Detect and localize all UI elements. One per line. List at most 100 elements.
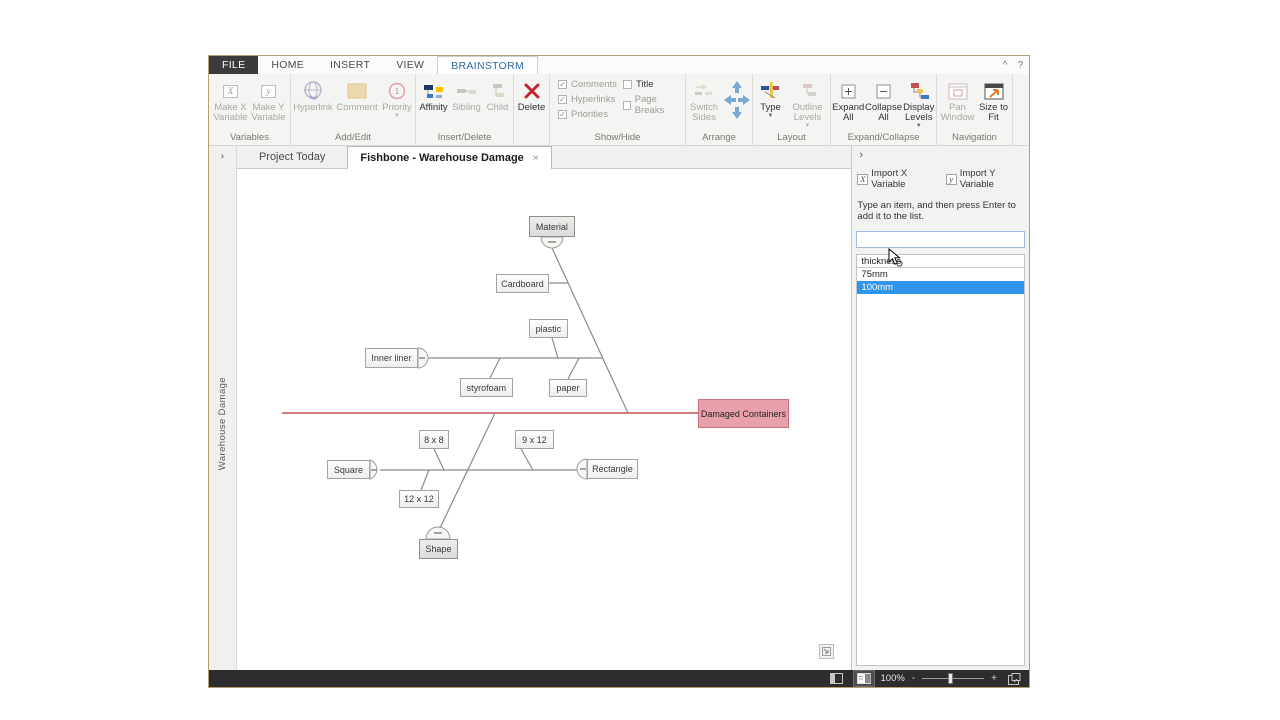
- left-collapsed-panel: › Warehouse Damage: [209, 146, 237, 670]
- node-8x8[interactable]: 8 x 8: [419, 430, 449, 449]
- node-styrofoam[interactable]: styrofoam: [460, 378, 513, 397]
- node-12x12[interactable]: 12 x 12: [399, 490, 439, 508]
- display-levels-dropdown-arrow: ▼: [916, 123, 922, 129]
- collapse-ribbon-icon[interactable]: ^: [1003, 60, 1008, 71]
- close-tab-icon[interactable]: ×: [533, 153, 539, 164]
- delete-x-icon: [523, 79, 541, 103]
- node-shape[interactable]: Shape: [419, 539, 458, 559]
- ribbon-tab-bar: FILE HOME INSERT VIEW BRAINSTORM ^ ?: [209, 56, 1029, 74]
- ribbon: X Make X Variable y Make Y Variable Vari…: [209, 74, 1029, 146]
- size-to-fit-button[interactable]: Size to Fit: [977, 77, 1011, 123]
- node-inner-liner[interactable]: Inner liner: [365, 348, 418, 368]
- zoom-in-button[interactable]: +: [991, 673, 997, 684]
- display-levels-button[interactable]: Display Levels ▼: [902, 77, 937, 129]
- comment-note-icon: [347, 79, 367, 103]
- checkbox-priorities[interactable]: ✓ Priorities: [558, 109, 617, 120]
- priority-icon: 1: [388, 79, 406, 103]
- hyperlink-button[interactable]: Hyperlink: [291, 77, 335, 113]
- svg-text:1: 1: [395, 87, 400, 96]
- priorities-checkbox-icon: ✓: [558, 110, 567, 119]
- node-paper[interactable]: paper: [549, 379, 587, 397]
- pan-window-button[interactable]: Pan Window: [939, 77, 977, 123]
- node-rectangle[interactable]: Rectangle: [587, 459, 638, 479]
- type-dropdown-arrow: ▼: [768, 113, 774, 119]
- delete-button[interactable]: Delete: [515, 77, 549, 113]
- node-9x12[interactable]: 9 x 12: [515, 430, 554, 449]
- outline-levels-icon: [799, 79, 817, 103]
- application-window: FILE HOME INSERT VIEW BRAINSTORM ^ ? X M…: [208, 55, 1030, 688]
- node-cardboard[interactable]: Cardboard: [496, 274, 549, 293]
- help-icon[interactable]: ?: [1017, 60, 1023, 71]
- tab-fishbone-warehouse-damage[interactable]: Fishbone - Warehouse Damage ×: [347, 146, 551, 169]
- checkbox-title[interactable]: Title: [623, 79, 679, 90]
- hyperlink-globe-icon: [303, 79, 324, 103]
- page-indicator-button[interactable]: [819, 644, 834, 659]
- priority-dropdown-arrow: ▼: [394, 113, 400, 119]
- view-mode-right-button[interactable]: [854, 671, 874, 686]
- node-material[interactable]: Material: [529, 216, 575, 237]
- group-show-hide: ✓ Comments ✓ Hyperlinks ✓ Priorities: [550, 74, 686, 145]
- import-y-variable-button[interactable]: y Import Y Variable: [946, 168, 1024, 190]
- zoom-out-button[interactable]: -: [912, 673, 915, 684]
- node-plastic[interactable]: plastic: [529, 319, 568, 338]
- view-mode-left-button[interactable]: [827, 671, 847, 686]
- zoom-level-value: 100%: [881, 673, 905, 684]
- child-icon: [490, 79, 506, 103]
- document-tab-bar: Project Today Fishbone - Warehouse Damag…: [237, 146, 851, 169]
- outline-levels-button[interactable]: Outline Levels ▼: [787, 77, 829, 129]
- checkbox-hyperlinks[interactable]: ✓ Hyperlinks: [558, 94, 617, 105]
- node-square[interactable]: Square: [327, 460, 370, 479]
- tab-view[interactable]: VIEW: [383, 56, 437, 74]
- priority-button[interactable]: 1 Priority ▼: [379, 77, 415, 119]
- split-view-icon: [830, 673, 843, 684]
- make-y-variable-button[interactable]: y Make Y Variable: [250, 77, 288, 123]
- expand-left-panel-icon[interactable]: ›: [221, 146, 224, 162]
- switch-sides-button[interactable]: Switch Sides: [686, 77, 722, 123]
- group-navigation: Pan Window Size to Fit Navigation: [937, 74, 1013, 145]
- arrange-arrows-cluster[interactable]: [722, 77, 752, 121]
- expand-all-button[interactable]: Expand All: [831, 77, 866, 123]
- direction-arrows-icon: [722, 79, 752, 121]
- fishbone-canvas[interactable]: Material Cardboard plastic Inner liner s…: [237, 169, 851, 670]
- fit-to-window-button[interactable]: [1004, 671, 1024, 686]
- tab-home[interactable]: HOME: [258, 56, 317, 74]
- import-x-variable-button[interactable]: X Import X Variable: [857, 168, 935, 190]
- make-x-variable-button[interactable]: X Make X Variable: [212, 77, 250, 123]
- child-button[interactable]: Child: [483, 77, 513, 113]
- add-item-instruction: Type an item, and then press Enter to ad…: [855, 190, 1026, 222]
- group-add-edit: Hyperlink Comment 1 Priority ▼ Add/Edit: [291, 74, 416, 145]
- list-item[interactable]: thickness: [857, 255, 1024, 268]
- node-damaged-containers[interactable]: Damaged Containers: [698, 399, 789, 428]
- affinity-button[interactable]: Affinity: [417, 77, 451, 113]
- zoom-slider-thumb[interactable]: [948, 673, 953, 684]
- item-list[interactable]: thickness 75mm 100mm: [856, 254, 1025, 666]
- status-bar: 100% - +: [209, 670, 1029, 687]
- tab-file[interactable]: FILE: [209, 56, 258, 74]
- mouse-cursor: [888, 248, 904, 268]
- y-variable-icon: y: [261, 85, 276, 98]
- list-item-selected[interactable]: 100mm: [857, 281, 1024, 294]
- group-layout: Type ▼ Outline Levels ▼ Layout: [753, 74, 831, 145]
- display-levels-icon: [909, 79, 929, 103]
- comment-button[interactable]: Comment: [335, 77, 379, 113]
- checkbox-page-breaks[interactable]: Page Breaks: [623, 94, 679, 116]
- group-delete: Delete: [514, 74, 550, 145]
- hyperlinks-checkbox-icon: ✓: [558, 95, 567, 104]
- list-item[interactable]: 75mm: [857, 268, 1024, 281]
- tab-insert[interactable]: INSERT: [317, 56, 383, 74]
- comments-checkbox-icon: ✓: [558, 80, 567, 89]
- affinity-icon: [424, 79, 444, 103]
- zoom-slider[interactable]: [922, 678, 984, 679]
- type-button[interactable]: Type ▼: [755, 77, 787, 119]
- collapse-all-button[interactable]: Collapse All: [866, 77, 902, 123]
- import-y-icon: y: [946, 174, 957, 185]
- add-item-input[interactable]: [856, 231, 1025, 248]
- group-insert-delete: Affinity Sibling Child Insert/Delete: [416, 74, 514, 145]
- fit-to-window-icon: [1008, 673, 1021, 685]
- checkbox-comments[interactable]: ✓ Comments: [558, 79, 617, 90]
- tab-project-today[interactable]: Project Today: [237, 146, 347, 168]
- collapse-right-panel-icon[interactable]: ›: [855, 146, 1026, 166]
- tab-brainstorm[interactable]: BRAINSTORM: [437, 56, 538, 74]
- size-to-fit-icon: [984, 79, 1004, 103]
- sibling-button[interactable]: Sibling: [451, 77, 483, 113]
